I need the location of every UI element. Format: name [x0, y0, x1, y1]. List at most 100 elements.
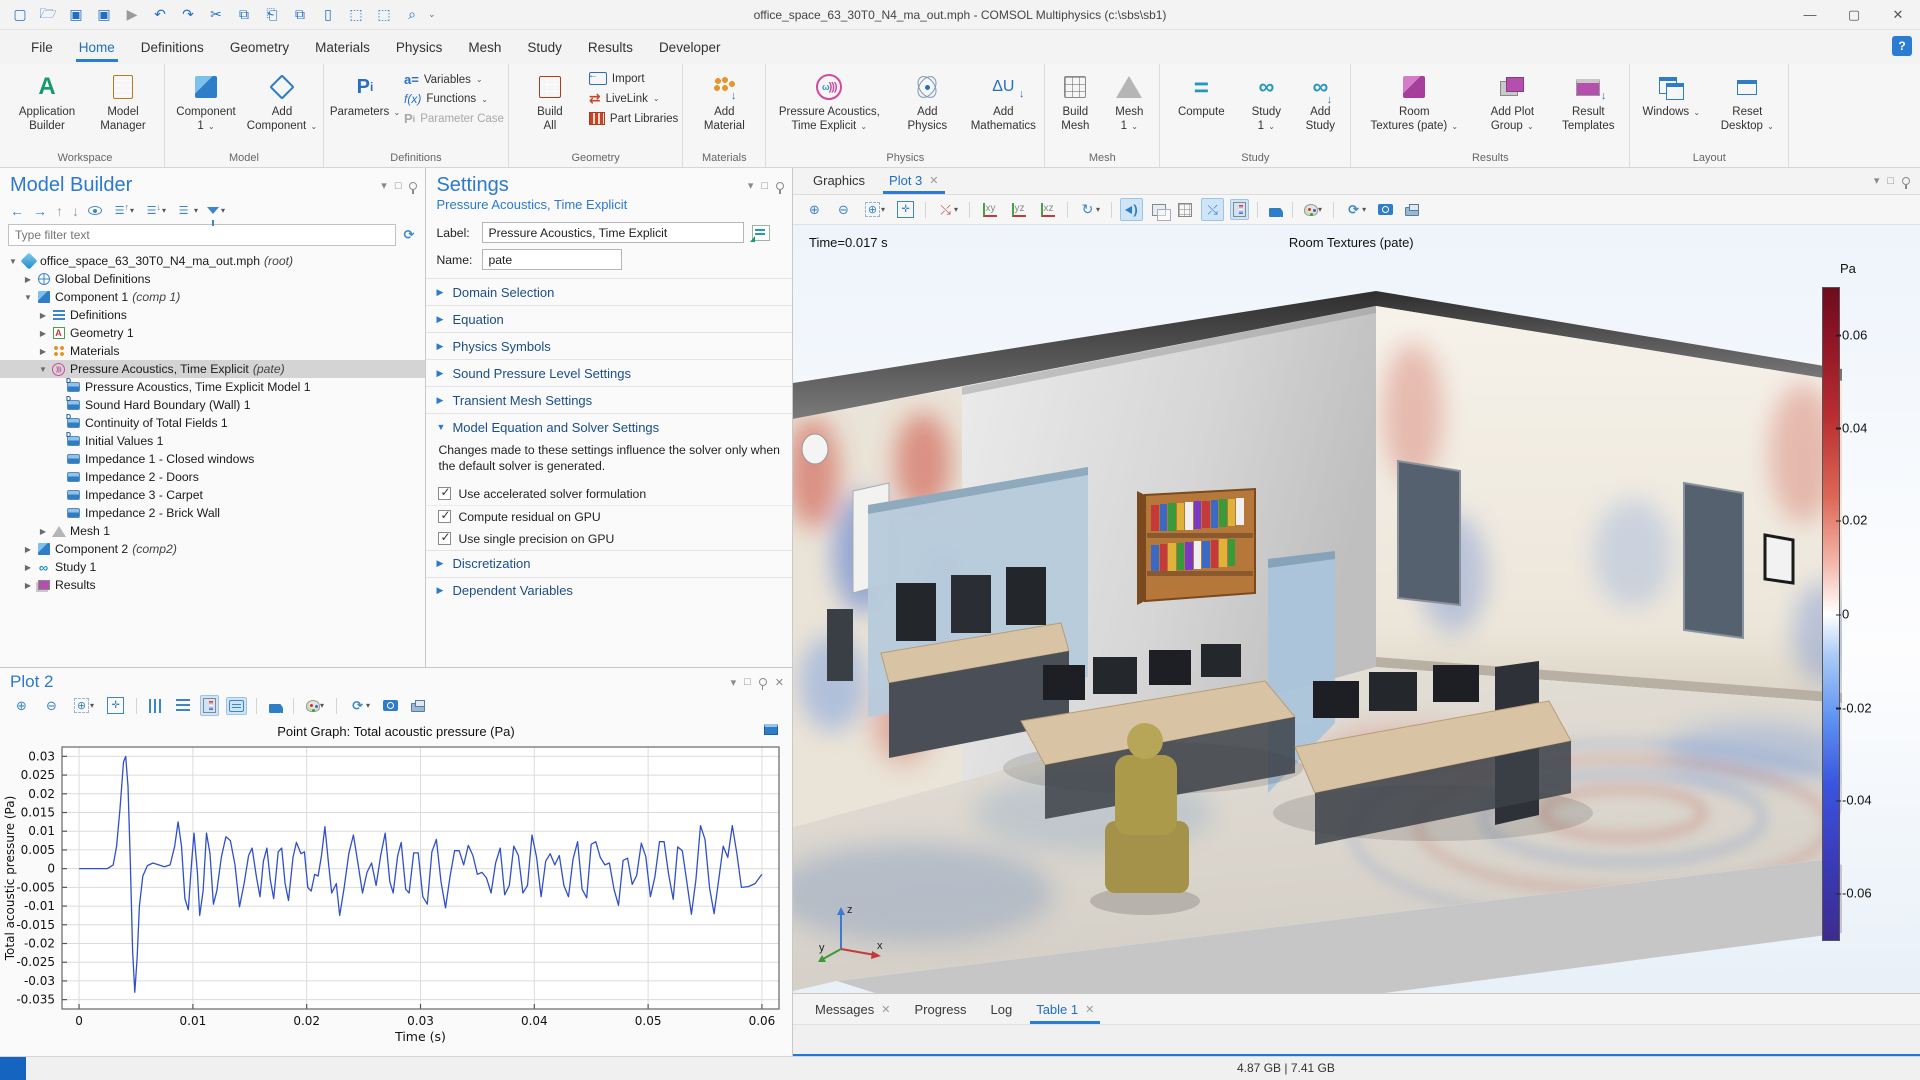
copy-icon[interactable]: ⧉ — [232, 4, 256, 26]
tree-item[interactable]: Impedance 3 - Carpet — [0, 486, 425, 504]
tab-log[interactable]: Log — [979, 997, 1025, 1024]
palette-button[interactable]: ▾ — [303, 697, 327, 715]
lock-button[interactable] — [266, 696, 284, 716]
menu-study[interactable]: Study — [514, 30, 575, 64]
axis-toggle-button[interactable] — [1201, 198, 1225, 221]
section-header-sound-pressure-level-settings[interactable]: ▶ Sound Pressure Level Settings — [426, 360, 792, 386]
ribbon-pi-button[interactable]: P Parameters ⌄ — [328, 66, 402, 119]
ribbon-add-material-button[interactable]: AddMaterial — [687, 66, 761, 134]
expander-icon[interactable]: ▼ — [36, 365, 50, 374]
ribbon-add-component-button[interactable]: Add Component ⌄ — [245, 66, 319, 134]
expander-icon[interactable]: ▼ — [6, 257, 20, 266]
expander-icon[interactable]: ▶ — [36, 329, 50, 338]
save-icon[interactable]: ▣ — [64, 4, 88, 26]
minimize-button[interactable]: — — [1788, 0, 1832, 29]
panel-float-icon[interactable]: □ — [744, 676, 751, 688]
panel-collapse-icon[interactable]: ▾ — [1874, 174, 1880, 187]
tab-progress[interactable]: Progress — [902, 997, 978, 1024]
zoom-out-button[interactable] — [832, 198, 855, 221]
tab-table-1[interactable]: Table 1 ✕ — [1024, 997, 1106, 1024]
ribbon-import-button[interactable]: Import — [588, 70, 678, 85]
ribbon-fx-button[interactable]: f(x) Functions ⌄ — [404, 92, 504, 106]
new-file-icon[interactable]: ▢ — [8, 4, 32, 26]
extents-button[interactable] — [894, 198, 917, 221]
menu-materials[interactable]: Materials — [302, 30, 383, 64]
refresh-button[interactable]: ▾ — [1342, 198, 1369, 221]
plot-group-icon[interactable] — [764, 724, 778, 735]
ribbon-component-button[interactable]: Component 1 ⌄ — [169, 66, 243, 134]
list-button[interactable]: ▾ — [175, 202, 198, 219]
qat-customize-icon[interactable]: ⌄ — [428, 9, 436, 20]
arrow-up-button[interactable]: ↑ — [56, 203, 63, 219]
panel-float-icon[interactable]: □ — [761, 180, 768, 192]
transparency-button[interactable] — [1149, 201, 1172, 221]
section-header-dependent-variables[interactable]: ▶ Dependent Variables — [426, 578, 792, 604]
view-xz-button[interactable] — [1036, 198, 1059, 221]
paste-icon[interactable]: ⎗ — [260, 4, 284, 26]
section-header-discretization[interactable]: ▶ Discretization — [426, 551, 792, 577]
ribbon-result-templates-button[interactable]: ResultTemplates — [1551, 66, 1625, 134]
ribbon-add-physics-button[interactable]: Add Physics — [890, 66, 964, 134]
tree-item[interactable]: ▶ Mesh 1 — [0, 522, 425, 540]
rotate-button[interactable]: ▾ — [1076, 198, 1103, 221]
ribbon-room-textures-button[interactable]: Room Textures (pate) ⌄ — [1355, 66, 1473, 134]
listup-button[interactable]: ▾ — [111, 202, 135, 219]
open-icon[interactable]: 🗁 — [36, 4, 60, 26]
save-as-icon[interactable]: ▣ — [92, 4, 116, 26]
ribbon-build-all-button[interactable]: Build All — [513, 66, 587, 134]
annotation-button[interactable] — [226, 696, 248, 715]
tree-item[interactable]: Pressure Acoustics, Time Explicit Model … — [0, 378, 425, 396]
run-icon[interactable]: ▶ — [120, 4, 144, 26]
checkbox-row[interactable]: Use accelerated solver formulation — [426, 483, 792, 505]
eye-button[interactable] — [88, 206, 102, 215]
ribbon-build-mesh-button[interactable]: Build Mesh — [1049, 66, 1101, 134]
select-icon[interactable]: ⬚ — [344, 4, 368, 26]
axes-button[interactable]: ▾ — [934, 198, 961, 221]
checkbox-icon[interactable] — [438, 485, 452, 501]
expander-icon[interactable]: ▶ — [36, 311, 50, 320]
ribbon-app-builder-button[interactable]: A Application Builder — [10, 66, 84, 134]
ribbon-part-lib-button[interactable]: Part Libraries — [588, 112, 678, 125]
panel-close-icon[interactable]: ✕ — [775, 676, 784, 689]
name-field-input[interactable] — [482, 249, 623, 270]
undo-icon[interactable]: ↶ — [148, 4, 172, 26]
filter-refresh-icon[interactable] — [400, 227, 417, 244]
grid-y-button[interactable] — [173, 696, 193, 716]
ribbon-a-eq-button[interactable]: a= Variables ⌄ — [404, 72, 504, 87]
zoom-box-button[interactable]: ▾ — [70, 694, 97, 717]
tree-filter-input[interactable] — [8, 224, 397, 246]
camera-button[interactable] — [1375, 201, 1396, 218]
section-header-model-equation-and-solver-settings[interactable]: ▼ Model Equation and Solver Settings — [426, 414, 792, 440]
table1-content[interactable] — [793, 1024, 1920, 1056]
palette-button[interactable]: ▾ — [1301, 201, 1325, 219]
ribbon-study-button[interactable]: ∞ Study 1 ⌄ — [1240, 66, 1292, 134]
tree-item[interactable]: ▶ ∞ Study 1 — [0, 558, 425, 576]
checkbox-icon[interactable] — [438, 530, 452, 546]
menu-geometry[interactable]: Geometry — [217, 30, 302, 64]
panel-pin-icon[interactable] — [409, 181, 418, 194]
tree-item[interactable]: Impedance 2 - Doors — [0, 468, 425, 486]
panel-pin-icon[interactable] — [1902, 176, 1910, 189]
speaker-button[interactable] — [1120, 198, 1144, 221]
view-yz-button[interactable] — [1007, 198, 1030, 221]
delete-icon[interactable]: ▯ — [316, 4, 340, 26]
camera-button[interactable] — [380, 697, 401, 714]
arrow-left-button[interactable]: ← — [10, 203, 24, 219]
menu-definitions[interactable]: Definitions — [128, 30, 217, 64]
panel-float-icon[interactable]: □ — [1887, 175, 1894, 187]
panel-collapse-icon[interactable]: ▾ — [731, 676, 737, 689]
tree-item[interactable]: ▶ Component 2 (comp2) — [0, 540, 425, 558]
grid3-button[interactable] — [1175, 200, 1195, 220]
arrow-right-button[interactable]: → — [33, 203, 47, 219]
checkbox-row[interactable]: Compute residual on GPU — [426, 504, 792, 528]
section-header-domain-selection[interactable]: ▶ Domain Selection — [426, 279, 792, 305]
checkbox-row[interactable]: Use single precision on GPU — [426, 528, 792, 550]
zoom-box-button[interactable]: ▾ — [861, 198, 888, 221]
tree-item[interactable]: ▶ Global Definitions — [0, 270, 425, 288]
redo-icon[interactable]: ↷ — [176, 4, 200, 26]
view-xy-button[interactable] — [978, 198, 1001, 221]
section-header-equation[interactable]: ▶ Equation — [426, 306, 792, 332]
grid-x-button[interactable] — [146, 696, 166, 716]
print-button[interactable] — [408, 697, 428, 715]
tree-item[interactable]: Continuity of Total Fields 1 — [0, 414, 425, 432]
